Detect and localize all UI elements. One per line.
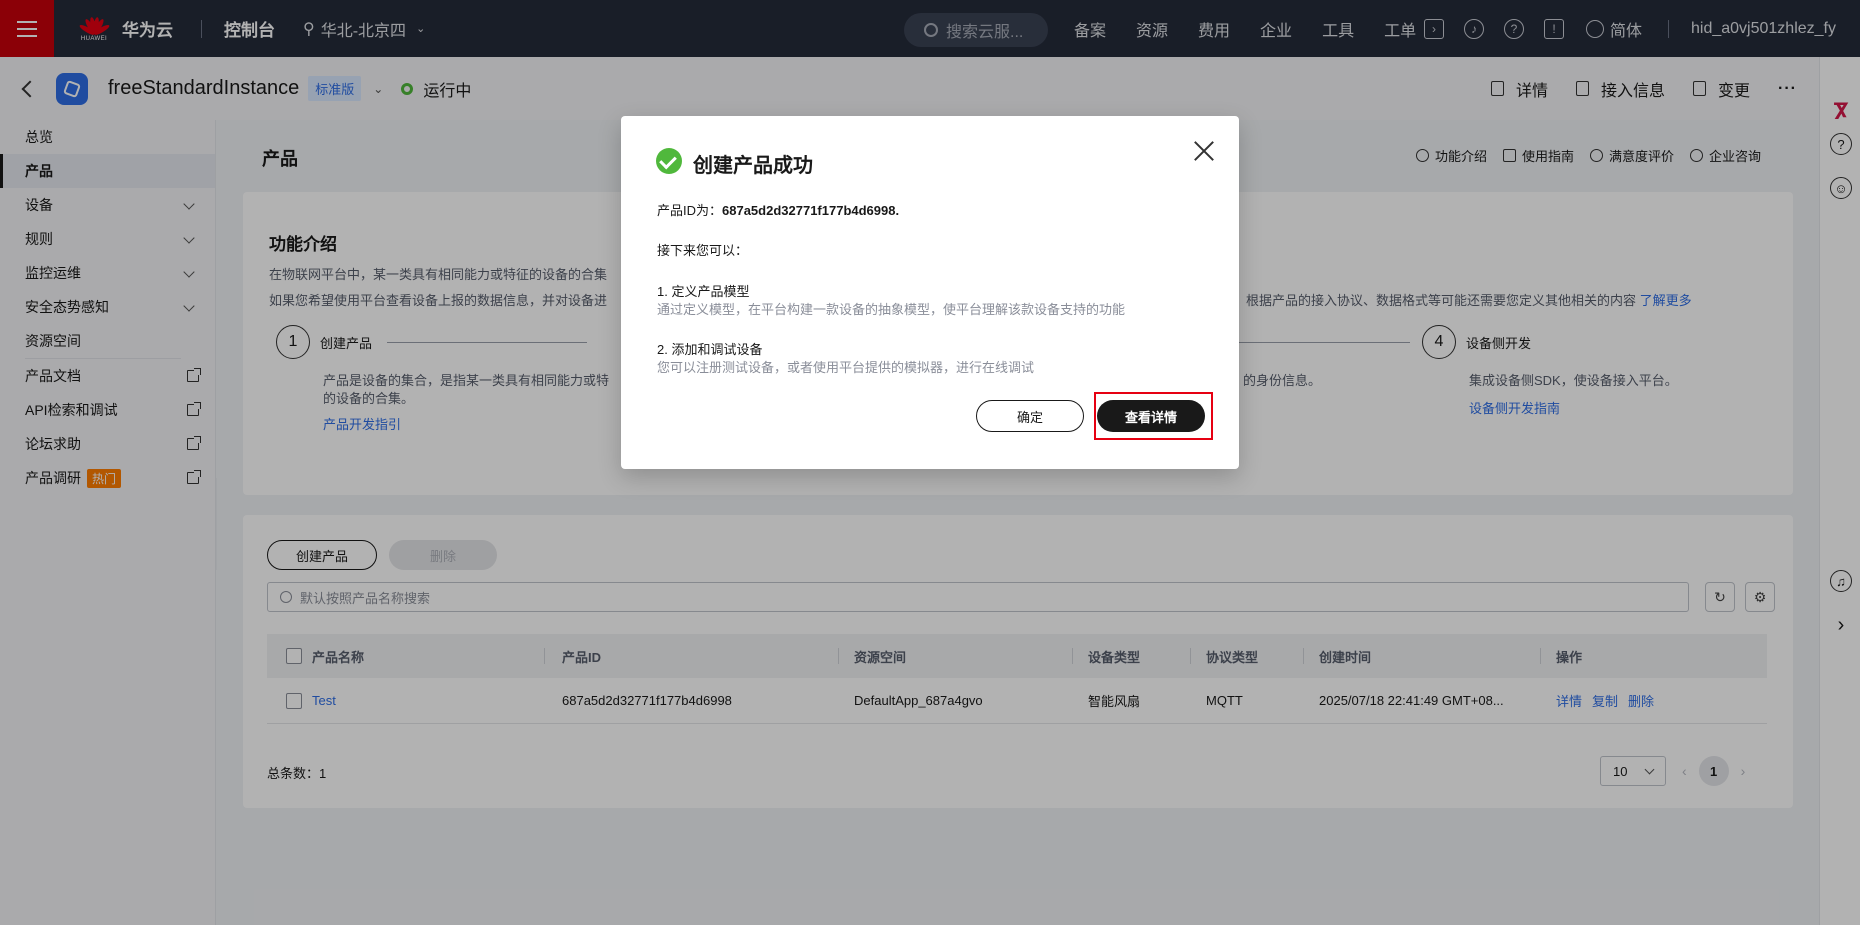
highlight-box	[1094, 392, 1213, 440]
confirm-button[interactable]: 确定	[976, 400, 1084, 432]
success-check-icon	[656, 148, 682, 174]
product-id-prefix: 产品ID为：	[657, 203, 723, 218]
product-id-line: 产品ID为：687a5d2d32771f177b4d6998.	[657, 200, 899, 219]
create-success-dialog: 创建产品成功 产品ID为：687a5d2d32771f177b4d6998. 接…	[621, 116, 1239, 469]
next-step-2-desc: 您可以注册测试设备，或者使用平台提供的模拟器，进行在线调试	[657, 360, 1035, 375]
next-steps-intro: 接下来您可以：	[657, 243, 749, 258]
dialog-title: 创建产品成功	[693, 155, 813, 177]
next-step-2-title: 2. 添加和调试设备	[657, 342, 763, 357]
next-step-1-desc: 通过定义模型，在平台构建一款设备的抽象模型，使平台理解该款设备支持的功能	[657, 302, 1126, 317]
product-id-value: 687a5d2d32771f177b4d6998.	[722, 203, 900, 218]
close-icon[interactable]	[1191, 138, 1217, 164]
next-step-1-title: 1. 定义产品模型	[657, 284, 750, 299]
